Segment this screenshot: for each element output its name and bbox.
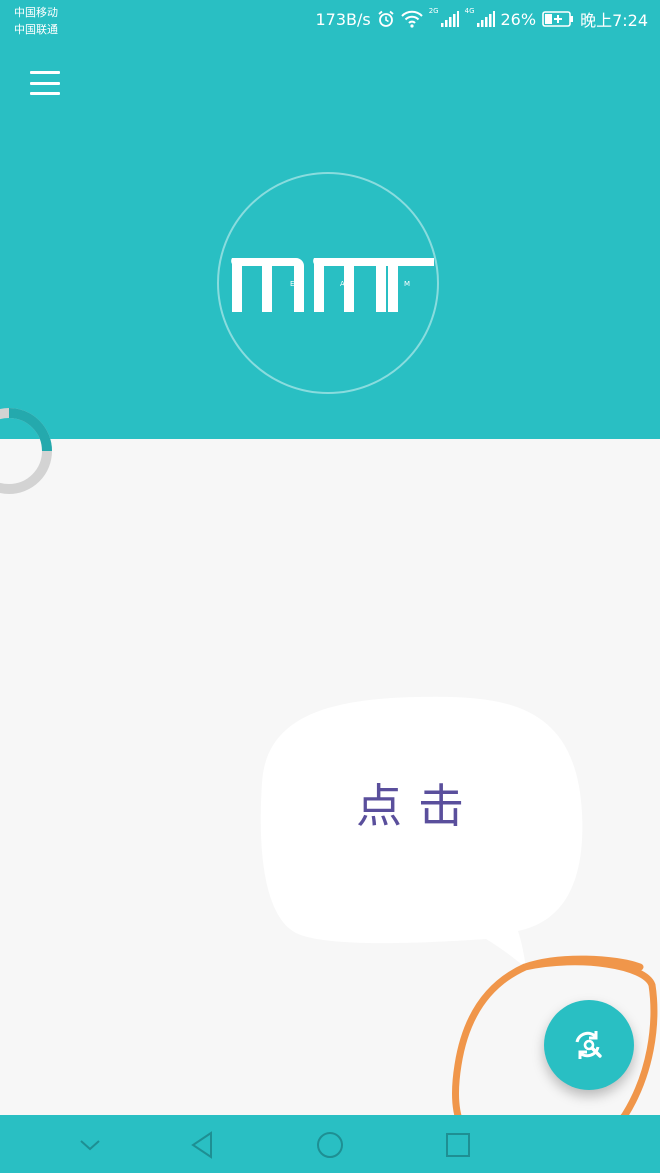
nav-home-button[interactable] — [310, 1127, 350, 1163]
alarm-icon — [377, 10, 395, 28]
signal-1-type: 2G — [428, 7, 439, 15]
battery-percent: 26% — [500, 9, 537, 29]
app-header: 中国移动 中国联通 173B/s 2G 4G 26% 晚上7:24 T E A … — [0, 0, 660, 439]
recents-square-icon — [446, 1133, 470, 1157]
wifi-icon — [401, 10, 423, 28]
hamburger-icon-bar — [30, 71, 60, 74]
menu-button[interactable] — [26, 67, 66, 99]
carrier-1: 中国移动 — [14, 6, 58, 19]
status-right: 173B/s 2G 4G 26% 晚上7:24 — [315, 7, 648, 31]
hamburger-icon-bar — [30, 81, 60, 85]
signal-2-type: 4G — [464, 7, 475, 15]
clock: 晚上7:24 — [580, 11, 648, 30]
search-refresh-button[interactable] — [544, 1000, 634, 1090]
chevron-down-icon — [80, 1140, 100, 1151]
mt-team-logo: MT T E A M — [231, 258, 434, 312]
nav-recents-button[interactable] — [438, 1127, 478, 1163]
hamburger-icon-bar — [30, 92, 60, 95]
nav-back-button[interactable] — [182, 1127, 222, 1163]
team-letter: T — [233, 280, 239, 288]
search-refresh-icon — [575, 1031, 602, 1059]
team-letter: E — [290, 280, 294, 288]
battery-icon — [542, 11, 574, 27]
back-triangle-icon — [191, 1131, 212, 1159]
signal-1-icon — [440, 11, 459, 27]
system-nav-bar — [0, 1115, 660, 1173]
net-speed: 173B/s — [315, 9, 371, 29]
signal-2-icon — [476, 11, 495, 27]
loading-spinner — [0, 408, 52, 494]
carrier-2: 中国联通 — [14, 23, 58, 36]
team-letter: A — [340, 280, 345, 288]
carrier-labels: 中国移动 中国联通 — [14, 4, 58, 38]
status-bar: 中国移动 中国联通 173B/s 2G 4G 26% 晚上7:24 — [0, 0, 660, 40]
team-letter: M — [404, 280, 410, 288]
home-circle-icon — [317, 1132, 343, 1158]
nav-down-button[interactable] — [70, 1127, 110, 1163]
bubble-text: 点击 — [356, 779, 480, 833]
